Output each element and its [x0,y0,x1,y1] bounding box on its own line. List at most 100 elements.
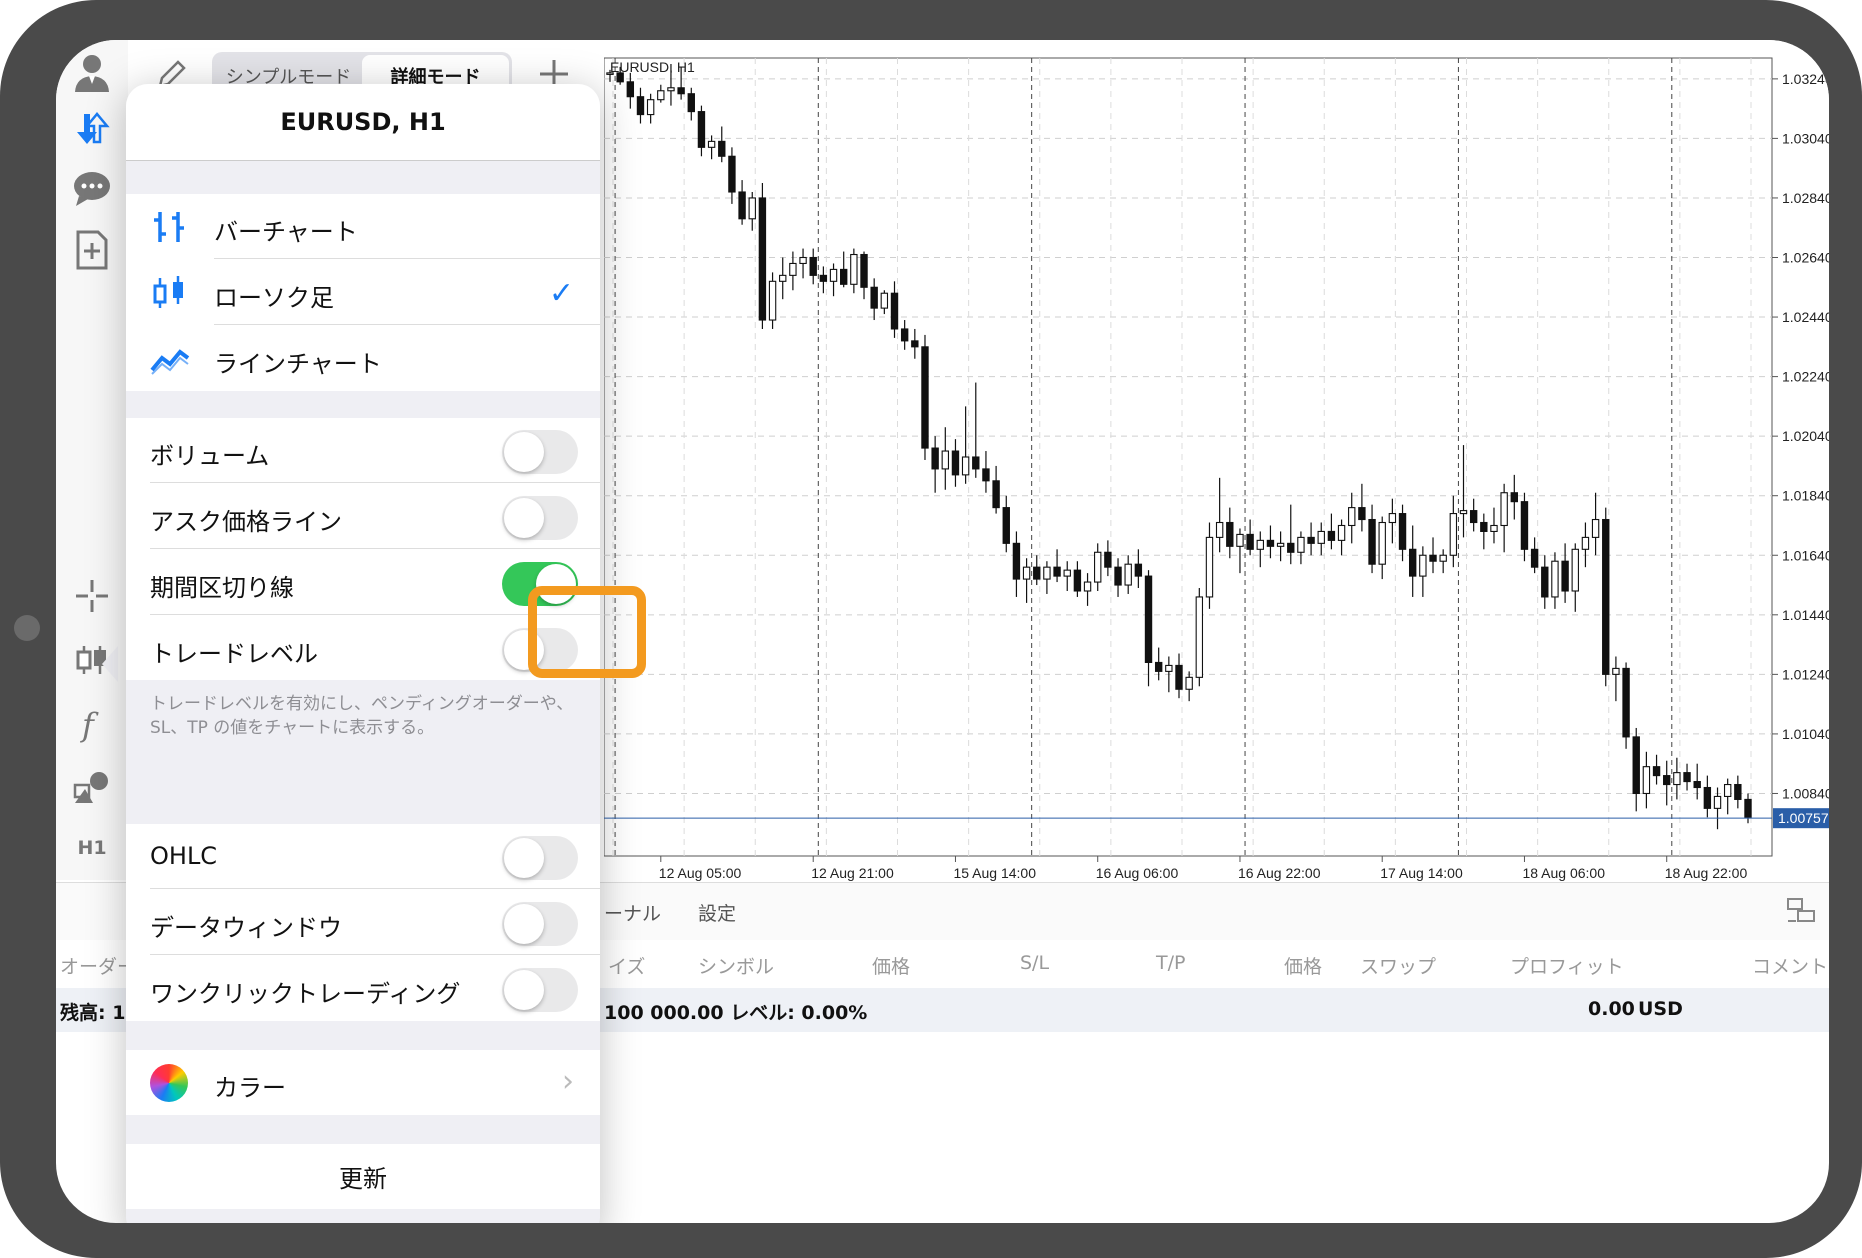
price-chart[interactable]: 1.03240 1.03040 1.02840 1.02640 1.02440 1.022… [603,40,1829,890]
candle-bear [1632,736,1640,795]
candle-bear [870,286,878,309]
function-icon[interactable]: f [66,698,118,750]
crosshair-icon[interactable] [66,570,118,622]
new-document-icon[interactable] [66,224,118,276]
candle-bear [1652,766,1661,777]
time-tick-label: 16 Aug 22:00 [1238,865,1321,881]
layout-icon[interactable] [1784,895,1818,929]
ask-line-toggle[interactable] [502,496,578,540]
divider [150,954,600,955]
chat-icon[interactable] [66,162,118,214]
bar-chart-row[interactable]: バーチャート [126,194,600,259]
candle-bear [1693,781,1701,789]
candle-bull [1276,542,1285,547]
candle-bear [839,268,848,285]
one-click-label: ワンクリックトレーディング [150,980,461,1008]
candle-bull [961,456,970,476]
candle-bear [728,155,736,193]
candle-bull [1337,524,1346,541]
price-tick-label: 1.03040 [1782,130,1829,146]
trade-arrows-icon[interactable] [66,102,118,154]
candle-bear [1744,798,1752,818]
candle-bear [809,256,817,276]
candle-bear [758,197,767,321]
ask-line-label: アスク価格ライン [150,508,342,536]
candle-bear [718,140,726,157]
divider [150,548,600,549]
candle-bull [1063,569,1071,577]
tab-journal[interactable]: ーナル [604,899,661,926]
candle-bull [1043,566,1051,580]
one-click-toggle[interactable] [502,968,578,1012]
time-tick-label: 15 Aug 14:00 [953,865,1036,881]
candle-bull [1713,795,1722,809]
candlestick-row[interactable]: ローソク足 ✓ [126,260,600,325]
candle-bull [799,256,807,265]
chart-type-group: バーチャート ローソク足 ✓ ラインチャート [126,194,600,391]
line-chart-row[interactable]: ラインチャート [126,326,600,391]
candle-bear [921,346,929,449]
candle-bear [1175,664,1183,690]
objects-icon[interactable] [66,762,118,814]
data-window-toggle[interactable] [502,902,578,946]
refresh-button[interactable]: 更新 [126,1144,600,1209]
candle-bull [1612,667,1620,675]
col-sl: S/L [1020,952,1050,974]
selected-check-icon: ✓ [548,276,574,311]
bar-chart-icon [154,212,184,242]
col-order: オーダー [60,956,137,978]
candle-bear [1480,521,1488,532]
candle-bear [1002,507,1010,544]
line-chart-label: ラインチャート [214,350,382,378]
ohlc-label: OHLC [150,842,218,870]
candle-bull [850,253,858,285]
candle-bear [1734,783,1742,800]
candle-bull [880,292,889,309]
color-group: カラー › [126,1050,600,1115]
candle-bear [1602,518,1610,675]
candle-bear [1561,560,1569,592]
candle-bull [1236,533,1244,547]
timeframe-label[interactable]: H1 [66,822,118,874]
chart-svg: 1.03240 1.03040 1.02840 1.02640 1.02440 1.022… [603,40,1829,890]
candle-bear [1287,542,1295,553]
candle-bear [951,450,960,476]
price-tick-label: 1.02040 [1782,428,1829,444]
candle-bull [1591,518,1600,538]
volume-toggle[interactable] [502,430,578,474]
candle-bear [1520,501,1529,550]
col-profit: プロフィット [1510,956,1624,978]
candle-bull [1551,560,1559,598]
profit-value: 0.00 [1588,998,1635,1020]
candle-bear [1104,551,1112,568]
volume-row: ボリューム [126,418,600,483]
col-symbol: シンボル [698,956,775,978]
candle-bear [1429,554,1437,562]
candle-bear [1683,772,1691,783]
candle-bull [1419,554,1427,577]
bar-chart-label: バーチャート [214,218,358,246]
tab-settings[interactable]: 設定 [698,899,736,926]
candle-bear [1398,513,1407,550]
candle-bull [1165,664,1173,672]
color-row[interactable]: カラー › [126,1050,600,1115]
time-tick-label: 12 Aug 21:00 [811,865,894,881]
price-tick-label: 1.01840 [1782,488,1829,504]
candle-bull [1490,524,1498,532]
ohlc-toggle[interactable] [502,836,578,880]
candle-bull [1124,563,1132,586]
candle-bear [1358,507,1366,521]
camera-dot [14,615,40,641]
price-tick-label: 1.01240 [1782,666,1829,682]
candle-bull [1256,539,1264,550]
time-tick-label: 16 Aug 06:00 [1096,865,1179,881]
candle-bear [819,274,828,282]
current-price-label: 1.00757 [1778,810,1829,826]
candle-bull [748,197,756,220]
candle-bull [707,140,716,148]
candle-bear [1622,667,1630,738]
candle-bear [1327,530,1336,541]
person-icon[interactable] [66,46,118,98]
candle-bear [636,96,645,116]
price-tick-label: 1.01440 [1782,607,1829,623]
